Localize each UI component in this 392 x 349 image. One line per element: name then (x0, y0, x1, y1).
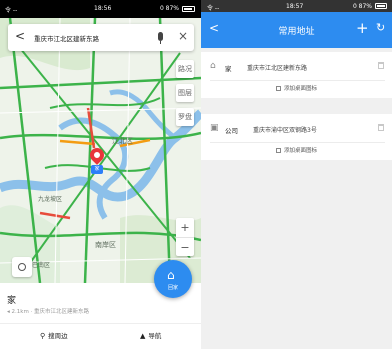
divider (0, 323, 201, 324)
status-bar: 令 -- 18:56 0 87% (0, 0, 201, 18)
status-bar: 令 -- 18:57 0 87% (201, 0, 392, 12)
add-desktop-shortcut-label: 添加桌面图标 (283, 86, 317, 92)
divider (210, 142, 385, 143)
favorite-item-home[interactable]: ⌂ 家 重庆市江北区建新东路 添加桌面图标 (201, 52, 392, 98)
search-input[interactable]: 重庆市江北区建新东路 (34, 33, 99, 43)
shortcut-icon (275, 148, 281, 153)
add-address-button[interactable]: + (356, 19, 369, 37)
go-home-label: 回家 (167, 285, 178, 291)
zoom-control: + − (176, 218, 194, 256)
battery-icon (375, 3, 387, 9)
navigate-label: 导航 (148, 332, 162, 340)
battery-percent: 0 87% (159, 5, 179, 12)
map-district-label: 九龙坡区 (38, 196, 63, 203)
locate-me-button[interactable] (12, 257, 32, 277)
favorite-label: 家 (225, 65, 232, 73)
navigation-arrow-icon: ▲ (140, 332, 146, 340)
map-district-label: 南岸区 (95, 241, 116, 249)
pin-badge: 家 (91, 165, 103, 174)
search-nearby-label: 搜周边 (48, 332, 68, 340)
add-desktop-shortcut-label: 添加桌面图标 (283, 148, 317, 154)
search-icon: ⚲ (40, 332, 46, 340)
sync-icon[interactable]: ↻ (376, 21, 385, 34)
battery-percent: 0 87% (352, 3, 372, 10)
place-name: 家 (7, 296, 17, 306)
favorite-item-company[interactable]: ▣ 公司 重庆市渝中区双钢路3号 添加桌面图标 (201, 114, 392, 160)
favorites-screen: 令 -- 18:57 0 87% < 常用地址 + ↻ ⌂ 家 重庆市江北区建新… (201, 0, 392, 349)
home-icon: ⌂ (167, 268, 175, 282)
screenshot-root: 令 -- 18:56 0 87% 江北区 九龙坡区 南岸区 巴南区 家 < 重庆… (0, 0, 392, 349)
shortcut-icon (275, 86, 281, 91)
favorite-label: 公司 (225, 127, 238, 135)
map-screen: 令 -- 18:56 0 87% 江北区 九龙坡区 南岸区 巴南区 家 < 重庆… (0, 0, 201, 349)
back-icon[interactable]: < (15, 29, 25, 43)
add-desktop-shortcut-button[interactable]: 添加桌面图标 (201, 84, 392, 92)
signal-indicator: 令 -- (207, 5, 220, 12)
search-nearby-button[interactable]: ⚲ 搜周边 (40, 330, 68, 340)
add-desktop-shortcut-button[interactable]: 添加桌面图标 (201, 146, 392, 154)
home-icon: ⌂ (210, 61, 216, 71)
divider (210, 80, 385, 81)
status-time: 18:56 (94, 5, 112, 12)
navigate-button[interactable]: ▲ 导航 (140, 330, 161, 340)
app-header: < 常用地址 + ↻ (201, 12, 392, 48)
battery-icon (182, 6, 195, 12)
briefcase-icon: ▣ (210, 123, 219, 133)
zoom-in-button[interactable]: + (176, 218, 194, 237)
map-district-label: 巴南区 (32, 262, 51, 269)
traffic-layer-button[interactable]: 路况 (176, 60, 194, 78)
status-time: 18:57 (286, 3, 304, 10)
favorite-address: 重庆市渝中区双钢路3号 (253, 127, 317, 134)
signal-indicator: 令 -- (5, 7, 18, 14)
delete-icon[interactable] (378, 62, 384, 69)
map-district-label: 江北区 (112, 137, 133, 145)
layers-button[interactable]: 图层 (176, 84, 194, 102)
favorite-address: 重庆市江北区建新东路 (247, 65, 308, 72)
map-view[interactable]: 江北区 九龙坡区 南岸区 巴南区 家 (0, 18, 201, 283)
compass-button[interactable]: 罗盘 (176, 108, 194, 126)
delete-icon[interactable] (378, 124, 384, 131)
microphone-icon[interactable] (158, 32, 163, 44)
place-meta: ◂ 2.1km · 重庆市江北区建新东路 (7, 309, 90, 315)
close-icon[interactable]: × (178, 29, 188, 43)
zoom-out-button[interactable]: − (176, 237, 194, 256)
go-home-button[interactable]: ⌂ 回家 (154, 260, 192, 298)
search-bar[interactable]: < 重庆市江北区建新东路 × (8, 24, 194, 51)
